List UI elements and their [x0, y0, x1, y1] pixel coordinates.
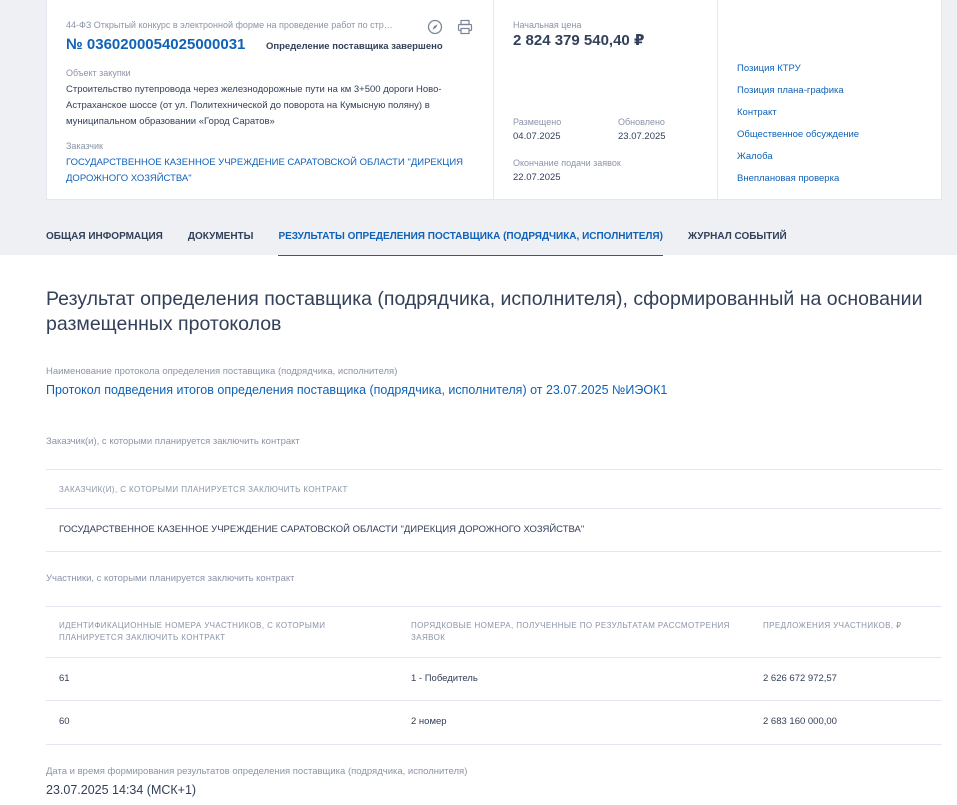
card-divider — [493, 0, 494, 200]
tab-supplier-results[interactable]: РЕЗУЛЬТАТЫ ОПРЕДЕЛЕНИЯ ПОСТАВЩИКА (ПОДРЯ… — [278, 222, 663, 256]
link-contract[interactable]: Контракт — [737, 107, 859, 129]
participants-header-rank: Порядковые номера, полученные по результ… — [411, 621, 730, 642]
placed-label: Размещено — [513, 117, 562, 127]
deadline-label: Окончание подачи заявок — [513, 158, 621, 168]
result-date-label: Дата и время формирования результатов оп… — [46, 766, 468, 777]
participant-id: 61 — [59, 673, 70, 684]
participants-section-label: Участники, с которыми планируется заключ… — [46, 573, 295, 584]
tab-event-log[interactable]: ЖУРНАЛ СОБЫТИЙ — [688, 222, 787, 256]
price-value: 2 824 379 540,40 ₽ — [513, 32, 645, 49]
participant-offer: 2 683 160 000,00 — [763, 716, 837, 727]
tab-general-info[interactable]: ОБЩАЯ ИНФОРМАЦИЯ — [46, 222, 163, 256]
print-icon[interactable] — [456, 18, 474, 36]
status-badge: Определение поставщика завершено — [266, 41, 443, 52]
tab-bar: ОБЩАЯ ИНФОРМАЦИЯ ДОКУМЕНТЫ РЕЗУЛЬТАТЫ ОП… — [46, 222, 812, 256]
customers-table-header: Заказчик(и), с которыми планируется закл… — [59, 485, 348, 494]
deadline-value: 22.07.2025 — [513, 172, 561, 183]
object-label: Объект закупки — [66, 68, 131, 78]
link-plan-schedule-position[interactable]: Позиция плана-графика — [737, 85, 859, 107]
updated-value: 23.07.2025 — [618, 131, 666, 142]
link-ktru-position[interactable]: Позиция КТРУ — [737, 63, 859, 85]
result-date-value: 23.07.2025 14:34 (МСК+1) — [46, 783, 197, 797]
link-public-discussion[interactable]: Общественное обсуждение — [737, 129, 859, 151]
table-divider — [46, 469, 942, 470]
page-title: Результат определения поставщика (подряд… — [46, 288, 923, 335]
table-divider — [46, 508, 942, 509]
placed-value: 04.07.2025 — [513, 131, 561, 142]
protocol-label: Наименование протокола определения поста… — [46, 366, 398, 377]
compass-icon[interactable] — [426, 18, 444, 36]
participants-header-id: Идентификационные номера участников, с к… — [59, 621, 326, 642]
participants-header-offer: Предложения участников, ₽ — [763, 621, 902, 630]
participant-rank: 2 номер — [411, 716, 447, 727]
customers-section-label: Заказчик(и), с которыми планируется закл… — [46, 436, 300, 447]
participant-rank: 1 - Победитель — [411, 673, 478, 684]
purchase-card: 44-ФЗ Открытый конкурс в электронной фор… — [46, 0, 942, 200]
registry-number[interactable]: № 0360200054025000031 — [66, 36, 245, 53]
customers-table: Заказчик(и), с которыми планируется закл… — [46, 469, 942, 553]
card-divider — [717, 0, 718, 200]
link-unscheduled-inspection[interactable]: Внеплановая проверка — [737, 173, 859, 195]
table-divider — [46, 744, 942, 745]
price-label: Начальная цена — [513, 20, 582, 30]
side-links: Позиция КТРУ Позиция плана-графика Контр… — [737, 63, 859, 195]
updated-label: Обновлено — [618, 117, 665, 127]
customers-table-row: ГОСУДАРСТВЕННОЕ КАЗЕННОЕ УЧРЕЖДЕНИЕ САРА… — [59, 524, 585, 535]
table-divider — [46, 700, 942, 701]
customer-label: Заказчик — [66, 141, 103, 151]
participant-offer: 2 626 672 972,57 — [763, 673, 837, 684]
link-complaint[interactable]: Жалоба — [737, 151, 859, 173]
customer-link[interactable]: ГОСУДАРСТВЕННОЕ КАЗЕННОЕ УЧРЕЖДЕНИЕ САРА… — [66, 155, 466, 187]
table-divider — [46, 551, 942, 552]
tab-documents[interactable]: ДОКУМЕНТЫ — [188, 222, 254, 256]
registry-type: 44-ФЗ Открытый конкурс в электронной фор… — [66, 20, 396, 30]
protocol-link[interactable]: Протокол подведения итогов определения п… — [46, 382, 746, 398]
object-text: Строительство путепровода через железнод… — [66, 84, 442, 127]
participant-id: 60 — [59, 716, 70, 727]
table-divider — [46, 606, 942, 607]
participants-table: Идентификационные номера участников, с к… — [46, 606, 942, 746]
table-divider — [46, 657, 942, 658]
